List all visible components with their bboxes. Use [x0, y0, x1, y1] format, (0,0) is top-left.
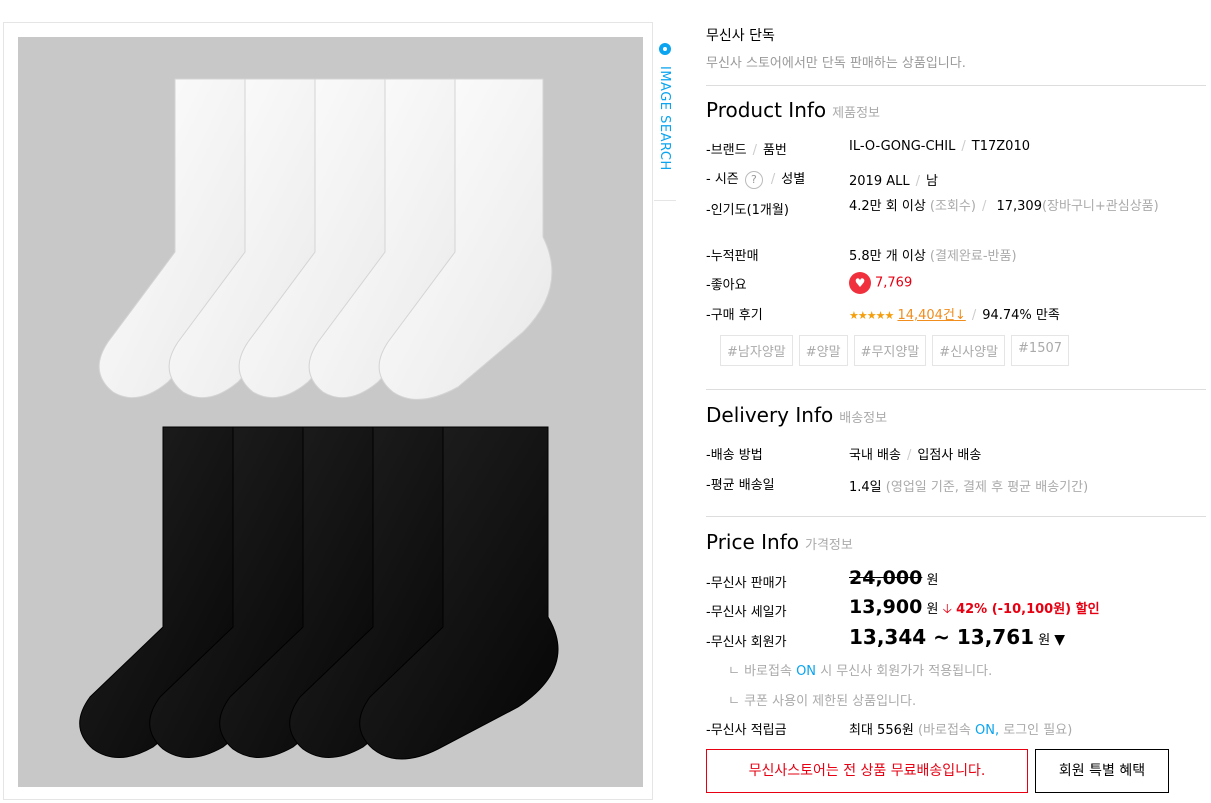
views-note: (조회수)	[929, 199, 976, 214]
tag-item[interactable]: #신사양말	[932, 335, 1006, 366]
coupon-note: ㄴ 쿠폰 사용이 제한된 상품입니다.	[728, 694, 917, 709]
section-title-text: Product Info	[706, 98, 827, 122]
brand-row-label: -브랜드 / 품번	[706, 143, 787, 158]
divider	[706, 389, 1206, 390]
product-info-title: Product Info 제품정보	[706, 98, 880, 122]
review-value: ★★★★★ 14,404건↓/94.74% 만족	[849, 308, 1060, 323]
divider	[706, 516, 1206, 517]
gender-value: 남	[926, 174, 938, 189]
sales-note: (결제완료-반품)	[929, 249, 1017, 264]
avg-days: 1.4일	[849, 480, 882, 495]
socks-illustration	[79, 78, 559, 760]
image-search-icon	[659, 43, 671, 55]
review-label: -구매 후기	[706, 308, 763, 323]
product-photo[interactable]	[18, 37, 643, 787]
tag-item[interactable]: #1507	[1011, 335, 1070, 366]
discount-label: -무신사 세일가	[706, 605, 787, 620]
exclusive-desc: 무신사 스토어에서만 단독 판매하는 상품입니다.	[706, 56, 966, 71]
down-arrow-icon: 🡣	[942, 602, 952, 617]
member-note: ㄴ 바로접속 ON 시 무신사 회원가가 적용됩니다.	[728, 660, 992, 679]
section-title-text: Delivery Info	[706, 403, 834, 427]
member-price-label: -무신사 회원가	[706, 635, 787, 650]
currency: 원	[926, 602, 939, 617]
gender-label: 성별	[781, 172, 806, 187]
member-price-value: 13,344 ~ 13,761 원 ▼	[849, 625, 1065, 649]
points-note-prefix: (바로접속	[917, 723, 971, 738]
delivery-method-value: 국내 배송 / 입점사 배송	[849, 448, 982, 463]
views-value: 4.2만 회 이상	[849, 199, 926, 214]
price-info-title: Price Info 가격정보	[706, 530, 853, 554]
currency: 원	[926, 573, 939, 588]
season-row-value: 2019 ALL / 남	[849, 174, 938, 189]
popularity-value: 4.2만 회 이상 (조회수)/ 17,309(장바구니+관심상품)	[849, 199, 1159, 214]
section-subtitle: 가격정보	[805, 538, 853, 553]
section-title-text: Price Info	[706, 530, 799, 554]
sales-label: -누적판매	[706, 249, 759, 264]
sale-price-label: -무신사 판매가	[706, 576, 787, 591]
cart-value: 17,309	[996, 199, 1042, 214]
star-rating-icon: ★★★★★	[849, 309, 894, 322]
heart-icon[interactable]: ♥	[849, 272, 871, 294]
exclusive-title: 무신사 단독	[706, 28, 775, 44]
member-benefit-button[interactable]: 회원 특별 혜택	[1035, 749, 1169, 793]
points-note-suffix: 로그인 필요)	[1003, 723, 1073, 738]
season-row-label: - 시즌 ? / 성별	[706, 170, 806, 189]
currency: 원	[1038, 633, 1051, 648]
discount-price: 13,900	[849, 596, 923, 618]
season-value: 2019 ALL	[849, 174, 910, 189]
method-a: 국내 배송	[849, 448, 901, 463]
sale-price-value: 24,000 원	[849, 567, 938, 589]
sales-value: 5.8만 개 이상 (결제완료-반품)	[849, 245, 1017, 264]
brand-link[interactable]: IL-O-GONG-CHIL	[849, 139, 955, 154]
brand-label: -브랜드	[706, 143, 747, 158]
satisfaction: 94.74% 만족	[982, 308, 1060, 323]
member-price: 13,344 ~ 13,761	[849, 625, 1035, 649]
tag-item[interactable]: #남자양말	[720, 335, 793, 366]
down-arrow-icon: ↓	[954, 308, 966, 323]
tag-item[interactable]: #무지양말	[853, 335, 927, 366]
tag-item[interactable]: #양말	[798, 335, 848, 366]
season-label: - 시즌	[706, 172, 739, 187]
avg-note: (영업일 기준, 결제 후 평균 배송기간)	[885, 480, 1089, 495]
on-badge: ON	[796, 664, 817, 679]
popularity-label: -인기도(1개월)	[706, 203, 789, 218]
review-count-link[interactable]: 14,404건	[897, 308, 954, 323]
section-subtitle: 배송정보	[839, 411, 888, 426]
on-badge: ON,	[975, 723, 1000, 738]
brand-row-value: IL-O-GONG-CHIL / T17Z010	[849, 139, 1030, 154]
delivery-method-label: -배송 방법	[706, 448, 763, 463]
method-b: 입점사 배송	[917, 448, 982, 463]
delivery-info-title: Delivery Info 배송정보	[706, 403, 887, 427]
black-socks	[79, 426, 559, 760]
likes-value: ♥ 7,769	[849, 272, 912, 294]
discount-rate: 42% (-10,100원) 할인	[956, 602, 1100, 617]
points-label: -무신사 적립금	[706, 723, 787, 738]
image-search-label: IMAGE SEARCH	[657, 66, 672, 171]
likes-count: 7,769	[875, 275, 913, 291]
free-shipping-button[interactable]: 무신사스토어는 전 상품 무료배송입니다.	[706, 749, 1028, 793]
sales-count: 5.8만 개 이상	[849, 249, 926, 264]
discount-value: 13,900 원 🡣 42% (-10,100원) 할인	[849, 596, 1100, 622]
note-prefix: ㄴ 바로접속	[728, 664, 792, 679]
points-amount: 최대 556원	[849, 723, 914, 738]
avg-delivery-value: 1.4일 (영업일 기준, 결제 후 평균 배송기간)	[849, 476, 1088, 495]
image-search-button[interactable]: IMAGE SEARCH	[654, 38, 676, 201]
caret-down-icon[interactable]: ▼	[1054, 632, 1065, 648]
tag-list: #남자양말 #양말 #무지양말 #신사양말 #1507	[720, 335, 1070, 366]
note-suffix: 시 무신사 회원가가 적용됩니다.	[820, 664, 993, 679]
cart-note: (장바구니+관심상품)	[1041, 199, 1159, 214]
likes-label: -좋아요	[706, 278, 747, 293]
avg-delivery-label: -평균 배송일	[706, 478, 775, 493]
divider	[706, 85, 1206, 86]
white-socks	[98, 78, 553, 400]
points-value: 최대 556원 (바로접속 ON, 로그인 필요)	[849, 719, 1072, 738]
section-subtitle: 제품정보	[832, 106, 880, 121]
question-icon[interactable]: ?	[744, 170, 763, 189]
product-number: T17Z010	[971, 139, 1030, 154]
number-label: 품번	[762, 143, 787, 158]
original-price: 24,000	[849, 567, 923, 589]
